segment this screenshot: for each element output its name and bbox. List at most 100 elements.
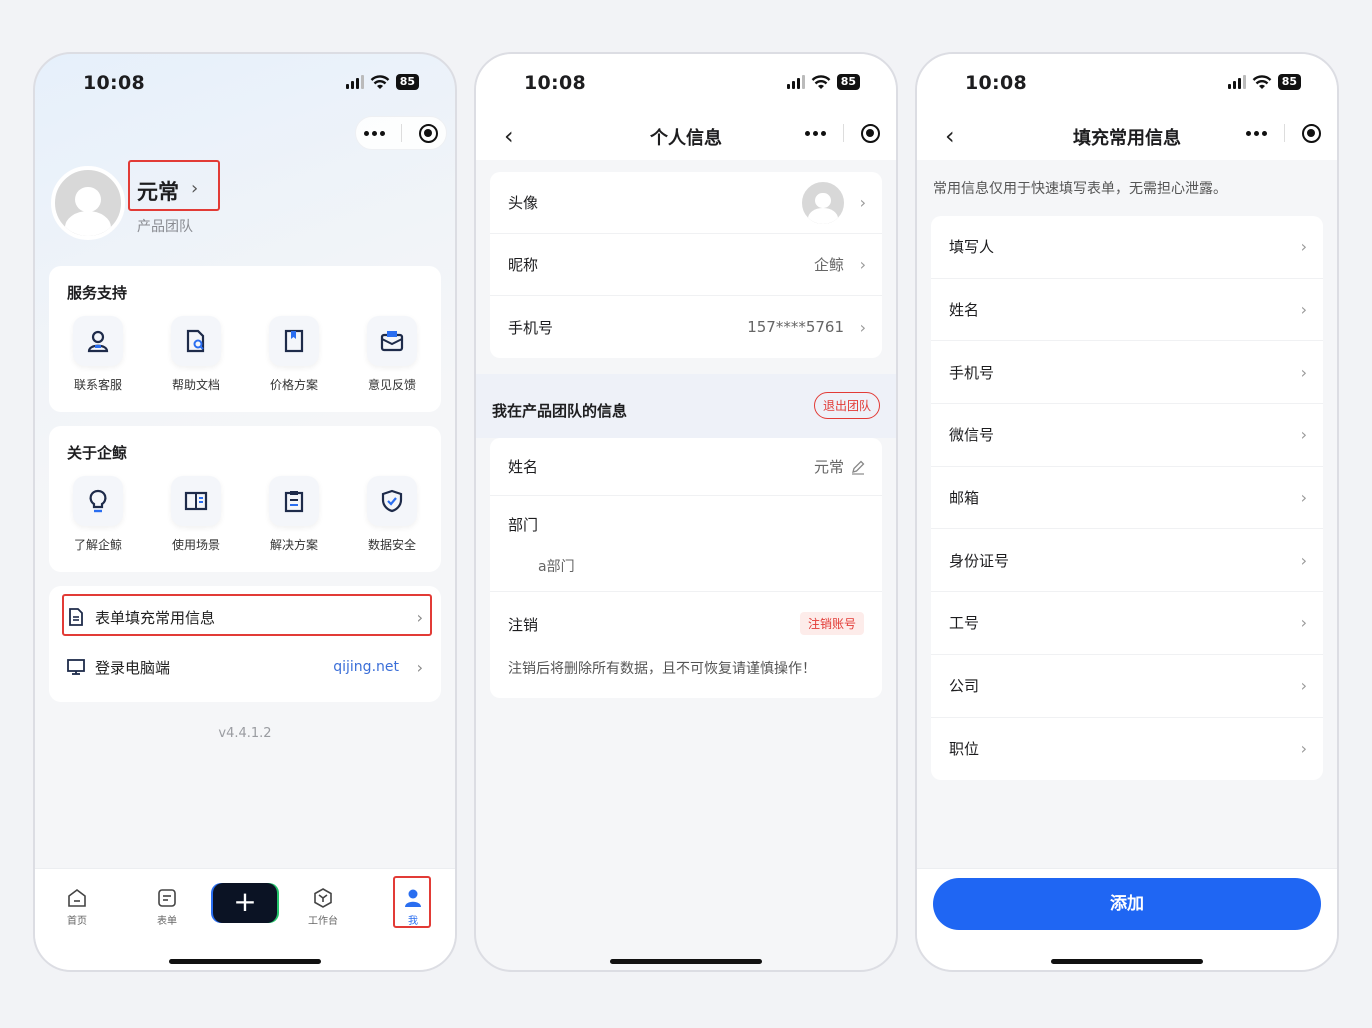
row-cancel-account: 注销 注销账号 注销后将删除所有数据，且不可恢复请谨慎操作！ <box>490 592 882 696</box>
privacy-note: 常用信息仅用于快速填写表单，无需担心泄露。 <box>933 181 1227 197</box>
chevron-right-icon: › <box>1300 362 1307 382</box>
status-time: 10:08 <box>83 72 145 94</box>
form-icon <box>158 889 176 907</box>
row-position[interactable]: 职位 › <box>931 718 1323 781</box>
team-info-header: 我在产品团队的信息 退出团队 <box>476 374 896 438</box>
close-target-icon[interactable] <box>860 123 880 143</box>
book-icon <box>184 491 208 511</box>
help-doc-icon <box>186 329 205 353</box>
more-icon[interactable] <box>364 130 386 136</box>
row-nickname[interactable]: 昵称 企鲸 › <box>490 234 882 296</box>
monitor-icon <box>67 659 85 675</box>
chevron-right-icon: › <box>1300 300 1307 320</box>
team-info-list: 姓名 元常 部门 a部门 注销 注销账号 注销后将删除所有数据，且不可恢复请谨慎… <box>490 438 882 698</box>
avatar[interactable] <box>51 166 125 240</box>
mini-program-capsule[interactable] <box>1237 116 1329 150</box>
services-card: 服务支持 联系客服 帮助文档 价格方案 意见反馈 <box>49 266 441 412</box>
about-item-security[interactable]: 数据安全 <box>343 476 441 553</box>
row-phone[interactable]: 手机号 › <box>931 341 1323 405</box>
add-button[interactable]: 添加 <box>933 878 1321 930</box>
chevron-right-icon: › <box>1300 739 1307 759</box>
row-team-name[interactable]: 姓名 元常 <box>490 438 882 496</box>
mini-program-capsule[interactable] <box>796 116 888 150</box>
row-avatar[interactable]: 头像 › <box>490 172 882 234</box>
chevron-right-icon: › <box>1300 613 1307 633</box>
personal-info-screen: 10:08 85 ‹ 个人信息 头像 › 昵称 企鲸 › 手机号 157****… <box>474 52 898 972</box>
highlight-box-name <box>128 160 220 211</box>
home-indicator <box>610 959 762 964</box>
create-button[interactable]: + <box>213 883 277 923</box>
status-bar: 10:08 85 <box>35 72 455 96</box>
wifi-icon <box>811 74 831 89</box>
department-value: a部门 <box>538 559 575 575</box>
wifi-icon <box>1252 74 1272 89</box>
service-item-customer[interactable]: 联系客服 <box>49 316 147 393</box>
about-card: 关于企鲸 了解企鲸 使用场景 解决方案 数据安全 <box>49 426 441 572</box>
chevron-right-icon: › <box>859 193 866 212</box>
price-plan-icon <box>284 329 304 353</box>
avatar[interactable] <box>800 180 846 226</box>
battery-icon: 85 <box>395 74 419 90</box>
chevron-right-icon: › <box>1300 550 1307 570</box>
home-indicator <box>1051 959 1203 964</box>
more-icon[interactable] <box>804 130 826 136</box>
desktop-login-link[interactable]: 登录电脑端 qijing.net › <box>49 642 441 692</box>
row-filler[interactable]: 填写人 › <box>931 216 1323 279</box>
shield-check-icon <box>381 489 403 513</box>
row-id-number[interactable]: 身份证号 › <box>931 529 1323 593</box>
clipboard-icon <box>284 491 304 513</box>
customer-service-icon <box>87 330 109 353</box>
tab-workbench[interactable]: 工作台 <box>293 887 353 927</box>
service-item-price[interactable]: 价格方案 <box>245 316 343 393</box>
chevron-right-icon: › <box>859 255 866 274</box>
services-title: 服务支持 <box>67 284 128 302</box>
row-department: 部门 a部门 <box>490 496 882 592</box>
more-icon[interactable] <box>1245 130 1267 136</box>
about-title: 关于企鲸 <box>67 444 128 462</box>
close-target-icon[interactable] <box>418 123 438 143</box>
chevron-right-icon: › <box>859 317 866 337</box>
chevron-right-icon: › <box>1300 676 1307 696</box>
about-item-scenario[interactable]: 使用场景 <box>147 476 245 553</box>
status-bar: 10:08 85 <box>476 72 896 96</box>
row-name[interactable]: 姓名 › <box>931 279 1323 342</box>
app-version: v4.4.1.2 <box>218 726 272 741</box>
close-target-icon[interactable] <box>1301 123 1321 143</box>
service-item-help[interactable]: 帮助文档 <box>147 316 245 393</box>
mini-program-capsule[interactable] <box>355 116 447 150</box>
row-phone[interactable]: 手机号 157****5761 › <box>490 296 882 358</box>
row-employee-id[interactable]: 工号 › <box>931 592 1323 655</box>
battery-icon: 85 <box>836 74 860 90</box>
quit-team-button[interactable]: 退出团队 <box>813 392 880 419</box>
cancel-account-button[interactable]: 注销账号 <box>799 612 864 635</box>
tab-home[interactable]: 首页 <box>47 887 107 927</box>
about-item-solution[interactable]: 解决方案 <box>245 476 343 553</box>
basic-info-list: 头像 › 昵称 企鲸 › 手机号 157****5761 › <box>490 172 882 358</box>
row-email[interactable]: 邮箱 › <box>931 467 1323 530</box>
chevron-right-icon: › <box>1300 488 1307 508</box>
chevron-right-icon: › <box>416 657 423 677</box>
lightbulb-icon <box>89 489 107 513</box>
chevron-right-icon: › <box>1300 425 1307 445</box>
highlight-box-form-fill <box>62 594 432 636</box>
signal-icon <box>786 75 805 89</box>
battery-icon: 85 <box>1277 74 1301 90</box>
user-team: 产品团队 <box>137 219 193 235</box>
chevron-right-icon: › <box>1300 237 1307 257</box>
row-wechat[interactable]: 微信号 › <box>931 404 1323 467</box>
about-item-learn[interactable]: 了解企鲸 <box>49 476 147 553</box>
signal-icon <box>1227 75 1246 89</box>
tab-forms[interactable]: 表单 <box>137 887 197 927</box>
tab-bar: 首页 表单 + 工作台 我 <box>35 868 455 970</box>
service-item-feedback[interactable]: 意见反馈 <box>343 316 441 393</box>
profile-screen: 10:08 85 元常 › 产品团队 服务支持 联系客服 帮助文档 价格方案 意… <box>33 52 457 972</box>
cancel-warning: 注销后将删除所有数据，且不可恢复请谨慎操作！ <box>508 661 816 677</box>
workbench-icon <box>314 888 332 908</box>
desktop-url[interactable]: qijing.net <box>333 659 399 675</box>
feedback-icon <box>380 331 404 352</box>
edit-pencil-icon[interactable] <box>850 459 866 475</box>
row-company[interactable]: 公司 › <box>931 655 1323 718</box>
home-icon <box>68 889 86 907</box>
wifi-icon <box>370 74 390 89</box>
highlight-box-tab-me <box>393 876 431 928</box>
